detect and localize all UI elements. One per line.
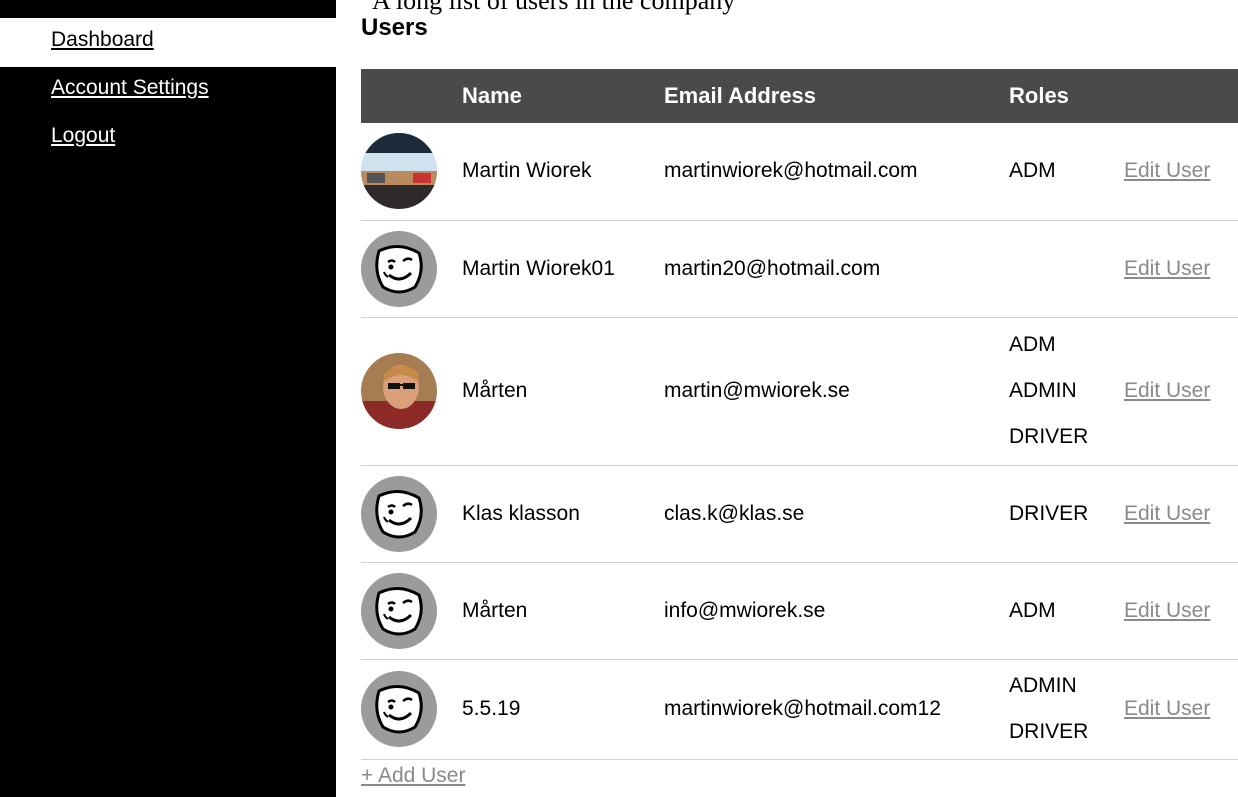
avatar-cell (361, 220, 462, 318)
header-email: Email Address (664, 69, 1009, 123)
role-label: ADM (1009, 333, 1056, 356)
table-row: Martin Wiorek martinwiorek@hotmail.com ADM… (361, 123, 1238, 221)
user-name: Klas klasson (462, 465, 664, 563)
header-action (1124, 69, 1238, 123)
table-header-row: Name Email Address Roles (361, 69, 1238, 123)
action-cell: Edit User (1124, 659, 1238, 760)
table-row: Mårten martin@mwiorek.se ADM ADMIN DRIVER Edi… (361, 317, 1238, 466)
edit-user-link[interactable]: Edit User (1124, 159, 1210, 182)
avatar (361, 353, 437, 429)
role-label: ADMIN (1009, 379, 1077, 402)
user-email: martinwiorek@hotmail.com (664, 123, 1009, 221)
role-label: ADMIN (1009, 674, 1077, 697)
action-cell: Edit User (1124, 123, 1238, 221)
user-name: Martin Wiorek (462, 123, 664, 221)
role-label: ADM (1009, 159, 1056, 183)
user-name: Martin Wiorek01 (462, 220, 664, 318)
edit-user-link[interactable]: Edit User (1124, 257, 1210, 280)
user-email: martin@mwiorek.se (664, 317, 1009, 466)
avatar (361, 133, 437, 210)
user-email: info@mwiorek.se (664, 562, 1009, 660)
edit-user-link[interactable]: Edit User (1124, 502, 1210, 525)
user-name: Mårten (462, 562, 664, 660)
nav-item-account-settings[interactable]: Account Settings (51, 76, 209, 100)
action-cell: Edit User (1124, 562, 1238, 660)
user-name: 5.5.19 (462, 659, 664, 760)
header-avatar (361, 69, 462, 123)
user-roles: ADM (1009, 123, 1124, 221)
edit-user-link[interactable]: Edit User (1124, 379, 1210, 402)
role-label: DRIVER (1009, 425, 1089, 448)
table-row: Klas klasson clas.k@klas.se DRIVER Edit Use… (361, 465, 1238, 563)
avatar (361, 230, 437, 307)
avatar (361, 475, 437, 552)
user-roles: ADMIN DRIVER (1009, 659, 1124, 760)
nav-item-dashboard-container: Dashboard (0, 18, 336, 67)
user-roles: DRIVER (1009, 465, 1124, 563)
avatar (361, 671, 437, 747)
avatar-cell (361, 317, 462, 466)
role-label: ADM (1009, 598, 1056, 622)
add-user-link[interactable]: + Add User (361, 764, 465, 788)
users-table-body: Martin Wiorek martinwiorek@hotmail.com ADM… (361, 123, 1238, 760)
user-name: Mårten (462, 317, 664, 466)
nav-item-logout[interactable]: Logout (51, 124, 115, 148)
page-intro-text: A long list of users in the company (372, 0, 736, 15)
action-cell: Edit User (1124, 465, 1238, 563)
page-title: Users (361, 14, 428, 41)
user-roles (1009, 220, 1124, 318)
avatar-cell (361, 465, 462, 563)
avatar-cell (361, 659, 462, 760)
user-email: clas.k@klas.se (664, 465, 1009, 563)
avatar-cell (361, 123, 462, 221)
user-email: martin20@hotmail.com (664, 220, 1009, 318)
table-row: Martin Wiorek01 martin20@hotmail.com Edit … (361, 220, 1238, 318)
table-row: Mårten info@mwiorek.se ADM Edit User (361, 562, 1238, 660)
user-email: martinwiorek@hotmail.com12 (664, 659, 1009, 760)
role-label: DRIVER (1009, 720, 1089, 743)
action-cell: Edit User (1124, 317, 1238, 466)
avatar-cell (361, 562, 462, 660)
role-label: DRIVER (1009, 501, 1089, 525)
sidebar-top-bar (0, 0, 336, 18)
header-name: Name (462, 69, 664, 123)
user-roles: ADM (1009, 562, 1124, 660)
edit-user-link[interactable]: Edit User (1124, 599, 1210, 622)
table-row: 5.5.19 martinwiorek@hotmail.com12 ADMIN DRI… (361, 659, 1238, 760)
action-cell: Edit User (1124, 220, 1238, 318)
sidebar: Account Settings Logout (0, 67, 336, 797)
users-table: Name Email Address Roles Martin Wiorek ma… (361, 69, 1238, 760)
nav-item-dashboard[interactable]: Dashboard (51, 28, 154, 52)
header-roles: Roles (1009, 69, 1124, 123)
user-roles: ADM ADMIN DRIVER (1009, 317, 1124, 466)
edit-user-link[interactable]: Edit User (1124, 697, 1210, 720)
avatar (361, 572, 437, 649)
